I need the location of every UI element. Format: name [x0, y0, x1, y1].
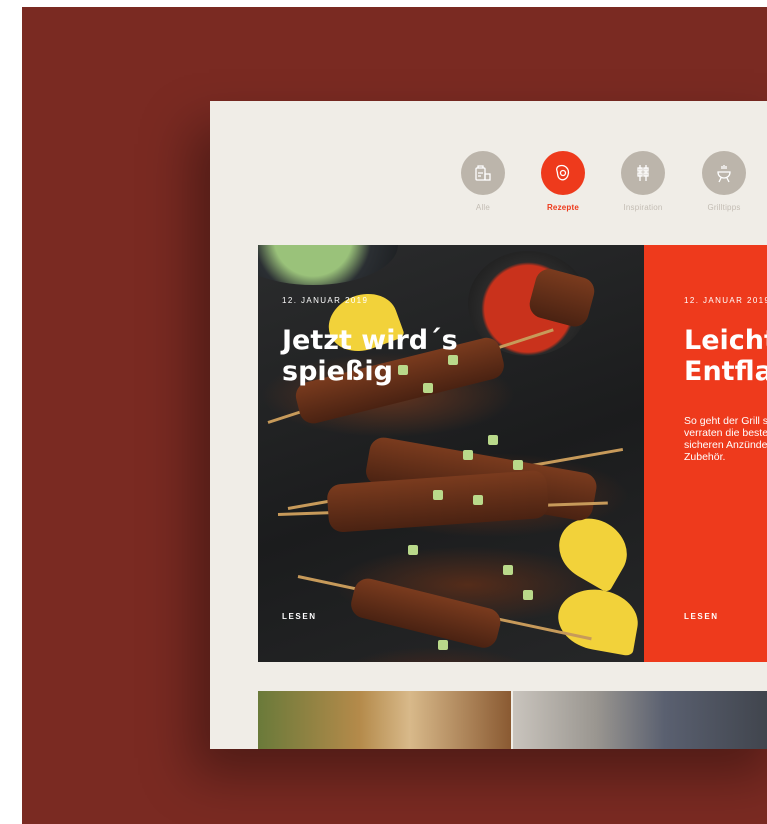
- card-description: So geht der Grill si verraten die beste …: [684, 415, 767, 463]
- category-alle[interactable]: Alle: [448, 151, 518, 212]
- card-date: 12. JANUAR 2019: [684, 296, 767, 305]
- category-label: Rezepte: [546, 203, 580, 212]
- card-date: 12. JANUAR 2019: [282, 296, 369, 305]
- card-title: Leicht Entflam: [684, 325, 767, 387]
- article-card-entflammen[interactable]: 12. JANUAR 2019 Leicht Entflam So geht d…: [644, 245, 767, 662]
- family-grilling-photo[interactable]: [513, 691, 767, 749]
- webpage-mockup: Alle Rezepte Inspiration Grilltipps 12. …: [210, 101, 767, 749]
- steak-icon: [541, 151, 585, 195]
- category-label: Grilltipps: [707, 203, 741, 212]
- card-title: Jetzt wird´s spießig: [282, 325, 458, 387]
- outdoor-picnic-photo[interactable]: [258, 691, 511, 749]
- grocery-bag-icon: [461, 151, 505, 195]
- grilled-skewers-photo: [258, 245, 644, 662]
- grill-icon: [702, 151, 746, 195]
- read-link[interactable]: LESEN: [684, 612, 719, 621]
- category-rezepte[interactable]: Rezepte: [528, 151, 598, 212]
- backdrop: Alle Rezepte Inspiration Grilltipps 12. …: [22, 7, 767, 824]
- category-label: Alle: [475, 203, 491, 212]
- recipe-card-skewers[interactable]: 12. JANUAR 2019 Jetzt wird´s spießig LES…: [258, 245, 644, 662]
- read-link[interactable]: LESEN: [282, 612, 317, 621]
- category-label: Inspiration: [623, 203, 663, 212]
- category-inspiration[interactable]: Inspiration: [608, 151, 678, 212]
- category-grilltipps[interactable]: Grilltipps: [689, 151, 759, 212]
- skewers-icon: [621, 151, 665, 195]
